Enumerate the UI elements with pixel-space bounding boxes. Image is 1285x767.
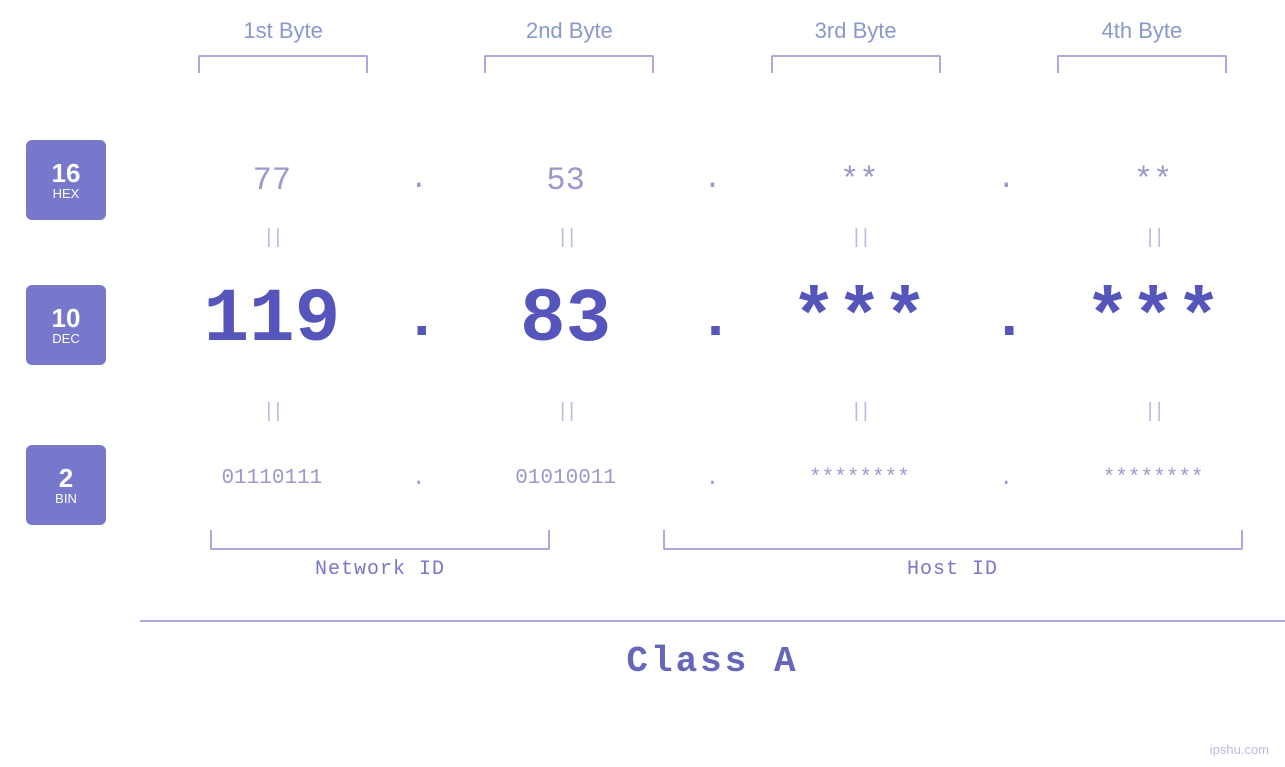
top-bracket-2 — [484, 55, 654, 73]
bin-badge: 2 BIN — [26, 445, 106, 525]
bracket-cell-3 — [713, 55, 999, 73]
top-bracket-3 — [771, 55, 941, 73]
dec-dot-1: . — [404, 272, 434, 368]
bin-badge-number: 2 — [59, 465, 73, 491]
hex-byte4-value: ** — [1134, 162, 1172, 199]
page: 1st Byte 2nd Byte 3rd Byte 4th Byte 16 H… — [0, 0, 1285, 767]
bracket-cell-2 — [426, 55, 712, 73]
byte-headers-row: 1st Byte 2nd Byte 3rd Byte 4th Byte — [140, 18, 1285, 44]
hex-byte4-cell: ** — [1021, 162, 1285, 199]
hex-row: 77 . 53 . ** . ** — [140, 148, 1285, 212]
bin-badge-label: BIN — [55, 491, 77, 506]
bin-byte3-value: ******** — [809, 467, 910, 490]
dec-badge-label: DEC — [52, 331, 79, 346]
bin-row: 01110111 . 01010011 . ******** . *******… — [140, 438, 1285, 518]
host-bracket — [663, 530, 1243, 550]
bin-dot-1: . — [404, 466, 434, 491]
eq1-cell2: || — [434, 227, 698, 250]
byte2-header: 2nd Byte — [426, 18, 712, 44]
byte3-header: 3rd Byte — [713, 18, 999, 44]
dec-byte1-value: 119 — [203, 277, 340, 363]
hex-badge-label: HEX — [53, 186, 80, 201]
top-bracket-1 — [198, 55, 368, 73]
hex-byte1-cell: 77 — [140, 162, 404, 199]
bin-dot-2: . — [698, 466, 728, 491]
dec-badge-number: 10 — [52, 305, 81, 331]
byte4-header: 4th Byte — [999, 18, 1285, 44]
eq2-cell3: || — [728, 401, 992, 424]
hex-dot-1: . — [404, 163, 434, 197]
bin-byte3-cell: ******** — [728, 467, 992, 490]
bin-byte2-cell: 01010011 — [434, 467, 698, 490]
dec-dot-3: . — [991, 272, 1021, 368]
eq1-cell1: || — [140, 227, 404, 250]
hex-badge: 16 HEX — [26, 140, 106, 220]
network-id-label-container: Network ID — [140, 558, 620, 581]
network-bracket-container — [140, 530, 620, 550]
bin-byte1-cell: 01110111 — [140, 467, 404, 490]
hex-dot-2: . — [698, 163, 728, 197]
dec-byte3-value: *** — [791, 277, 928, 363]
bin-dot-3: . — [991, 466, 1021, 491]
hex-byte3-cell: ** — [728, 162, 992, 199]
hex-byte3-value: ** — [840, 162, 878, 199]
dec-badge: 10 DEC — [26, 285, 106, 365]
byte1-header: 1st Byte — [140, 18, 426, 44]
hex-dot-3: . — [991, 163, 1021, 197]
bin-byte2-value: 01010011 — [515, 467, 616, 490]
equals-row-1: || || || || — [140, 218, 1285, 258]
eq1-cell4: || — [1021, 227, 1285, 250]
dec-row: 119 . 83 . *** . *** — [140, 255, 1285, 385]
top-brackets — [140, 55, 1285, 73]
eq1-cell3: || — [728, 227, 992, 250]
host-id-label: Host ID — [907, 558, 998, 581]
hex-byte2-cell: 53 — [434, 162, 698, 199]
dec-dot-2: . — [698, 272, 728, 368]
host-bracket-container — [620, 530, 1285, 550]
eq2-cell4: || — [1021, 401, 1285, 424]
network-bracket — [210, 530, 550, 550]
dec-byte2-value: 83 — [520, 277, 611, 363]
dec-byte2-cell: 83 — [434, 277, 698, 363]
dec-byte1-cell: 119 — [140, 277, 404, 363]
dec-byte3-cell: *** — [728, 277, 992, 363]
bin-byte4-cell: ******** — [1021, 467, 1285, 490]
bin-byte4-value: ******** — [1103, 467, 1204, 490]
equals-row-2: || || || || — [140, 392, 1285, 432]
network-id-label: Network ID — [315, 558, 445, 581]
eq2-cell1: || — [140, 401, 404, 424]
class-label: Class A — [626, 641, 798, 682]
bin-byte1-value: 01110111 — [221, 467, 322, 490]
hex-byte1-value: 77 — [253, 162, 291, 199]
dec-byte4-cell: *** — [1021, 277, 1285, 363]
hex-byte2-value: 53 — [546, 162, 584, 199]
host-id-label-container: Host ID — [620, 558, 1285, 581]
watermark: ipshu.com — [1210, 742, 1269, 757]
dec-byte4-value: *** — [1085, 277, 1222, 363]
class-bar: Class A — [140, 620, 1285, 700]
hex-badge-number: 16 — [52, 160, 81, 186]
bracket-cell-1 — [140, 55, 426, 73]
eq2-cell2: || — [434, 401, 698, 424]
bracket-cell-4 — [999, 55, 1285, 73]
top-bracket-4 — [1057, 55, 1227, 73]
